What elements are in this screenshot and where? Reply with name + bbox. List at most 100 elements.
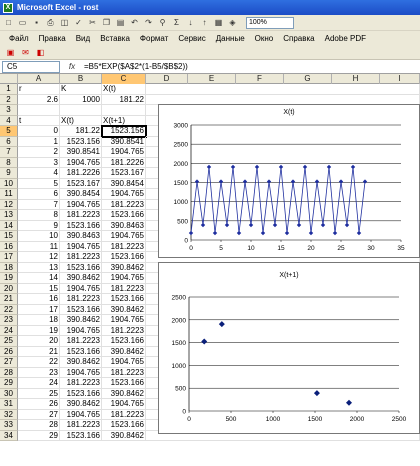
name-box[interactable]: C5 — [2, 60, 60, 73]
cell-b[interactable]: 1904.765 — [60, 325, 102, 336]
cell-a[interactable]: 25 — [18, 388, 60, 399]
formula-input[interactable]: =B5*EXP($A$2*(1-B5/$B$2)) — [84, 62, 188, 71]
chart-xt1[interactable]: X(t+1) 0 500 1000 1500 2000 2500 0 500 1000 1500 2… — [158, 262, 420, 434]
column-header-i[interactable]: I — [380, 74, 420, 84]
undo-icon[interactable]: ↶ — [128, 16, 141, 29]
cell-b[interactable]: 1904.765 — [60, 409, 102, 420]
cell-b[interactable]: 1523.166 — [60, 346, 102, 357]
row-header[interactable]: 33 — [0, 420, 18, 431]
column-header-f[interactable]: F — [236, 74, 284, 84]
cell-a[interactable]: 13 — [18, 262, 60, 273]
cell-c[interactable]: X(t) — [102, 84, 146, 95]
cell-a[interactable]: 4 — [18, 168, 60, 179]
cell-a[interactable]: 19 — [18, 325, 60, 336]
row-header[interactable]: 25 — [0, 336, 18, 347]
cell-c[interactable]: 1523.156 — [101, 125, 147, 138]
cell-b[interactable] — [60, 105, 102, 116]
cell-a[interactable]: 3 — [18, 157, 60, 168]
cell-a[interactable]: 21 — [18, 346, 60, 357]
column-header-a[interactable]: A — [18, 74, 60, 84]
cell-b[interactable]: 181.2223 — [60, 336, 102, 347]
cell-a[interactable]: 16 — [18, 294, 60, 305]
cell-c[interactable]: 390.8462 — [102, 430, 146, 441]
cell-c[interactable]: 1523.166 — [102, 378, 146, 389]
cell-c[interactable]: 181.2223 — [102, 241, 146, 252]
row-header[interactable]: 21 — [0, 294, 18, 305]
cell-c[interactable]: 390.8462 — [102, 346, 146, 357]
cell-a[interactable]: 29 — [18, 430, 60, 441]
cell-b[interactable]: 390.8463 — [60, 231, 102, 242]
cell-a[interactable]: 15 — [18, 283, 60, 294]
menu-data[interactable]: Данные — [211, 34, 250, 43]
menu-format[interactable]: Формат — [135, 34, 173, 43]
cell-c[interactable]: 181.2223 — [102, 199, 146, 210]
row-header[interactable]: 18 — [0, 262, 18, 273]
cell-c[interactable]: 1904.765 — [102, 231, 146, 242]
cell-c[interactable]: 1904.765 — [102, 315, 146, 326]
cell-a[interactable]: 26 — [18, 399, 60, 410]
cell-c[interactable]: 181.2223 — [102, 367, 146, 378]
cell-b[interactable]: 1523.166 — [60, 388, 102, 399]
cell-b[interactable]: 390.8462 — [60, 273, 102, 284]
column-header-b[interactable]: B — [60, 74, 102, 84]
row-header[interactable]: 9 — [0, 168, 18, 179]
row-header[interactable]: 16 — [0, 241, 18, 252]
cell-b[interactable]: 181.2226 — [60, 168, 102, 179]
cell-a[interactable]: 23 — [18, 367, 60, 378]
cell-c[interactable]: 390.8462 — [102, 304, 146, 315]
cell-c[interactable] — [102, 105, 146, 116]
cell-b[interactable]: 390.8454 — [60, 189, 102, 200]
cell-a[interactable]: 20 — [18, 336, 60, 347]
cell-b[interactable]: 390.8541 — [60, 147, 102, 158]
cell-a[interactable] — [18, 105, 60, 116]
row-header[interactable]: 10 — [0, 178, 18, 189]
row-header[interactable]: 4 — [0, 115, 18, 126]
row-header[interactable]: 26 — [0, 346, 18, 357]
cell-c[interactable]: 1523.167 — [102, 168, 146, 179]
fx-icon[interactable]: fx — [60, 62, 84, 71]
new-icon[interactable]: □ — [2, 16, 15, 29]
column-header-e[interactable]: E — [188, 74, 236, 84]
cell-b[interactable]: 1000 — [60, 94, 102, 105]
row-header[interactable]: 29 — [0, 378, 18, 389]
cell-b[interactable]: 1904.765 — [60, 367, 102, 378]
cell-c[interactable]: 390.8462 — [102, 262, 146, 273]
row-header[interactable]: 27 — [0, 357, 18, 368]
cell-c[interactable]: 181.22 — [102, 94, 146, 105]
cell-a[interactable]: 17 — [18, 304, 60, 315]
cell-a[interactable]: 9 — [18, 220, 60, 231]
cell-c[interactable]: 181.2223 — [102, 409, 146, 420]
cell-c[interactable]: 1904.765 — [102, 357, 146, 368]
autosum-icon[interactable]: Σ — [170, 16, 183, 29]
cell-b[interactable]: 181.2223 — [60, 252, 102, 263]
cell-b[interactable]: 1523.167 — [60, 178, 102, 189]
column-header-g[interactable]: G — [284, 74, 332, 84]
cell-b[interactable]: 1523.166 — [60, 430, 102, 441]
redo-icon[interactable]: ↷ — [142, 16, 155, 29]
cell-b[interactable]: X(t) — [60, 115, 102, 126]
row-header[interactable]: 13 — [0, 210, 18, 221]
cell-c[interactable]: 181.2226 — [102, 157, 146, 168]
hyperlink-icon[interactable]: ⚲ — [156, 16, 169, 29]
column-header-h[interactable]: H — [332, 74, 380, 84]
cell-a[interactable]: 27 — [18, 409, 60, 420]
cell-b[interactable]: 1523.166 — [60, 220, 102, 231]
zoom-select[interactable]: 100% — [246, 16, 294, 29]
pdf-convert-icon[interactable]: ▣ — [4, 46, 17, 59]
cell-c[interactable]: 1523.166 — [102, 252, 146, 263]
cell-c[interactable]: 390.8541 — [102, 136, 146, 147]
row-header[interactable]: 24 — [0, 325, 18, 336]
row-header[interactable]: 5 — [0, 126, 18, 137]
cell-b[interactable]: 390.8462 — [60, 315, 102, 326]
cell-b[interactable]: 1904.765 — [60, 241, 102, 252]
row-header[interactable]: 7 — [0, 147, 18, 158]
row-header[interactable]: 31 — [0, 399, 18, 410]
row-header[interactable]: 3 — [0, 105, 18, 116]
row-header[interactable]: 8 — [0, 157, 18, 168]
cell-b[interactable]: 390.8462 — [60, 357, 102, 368]
paste-icon[interactable]: ▤ — [114, 16, 127, 29]
cell-b[interactable]: K — [60, 84, 102, 95]
cell-c[interactable]: 1904.765 — [102, 273, 146, 284]
cell-a[interactable]: 2 — [18, 147, 60, 158]
row-header[interactable]: 17 — [0, 252, 18, 263]
